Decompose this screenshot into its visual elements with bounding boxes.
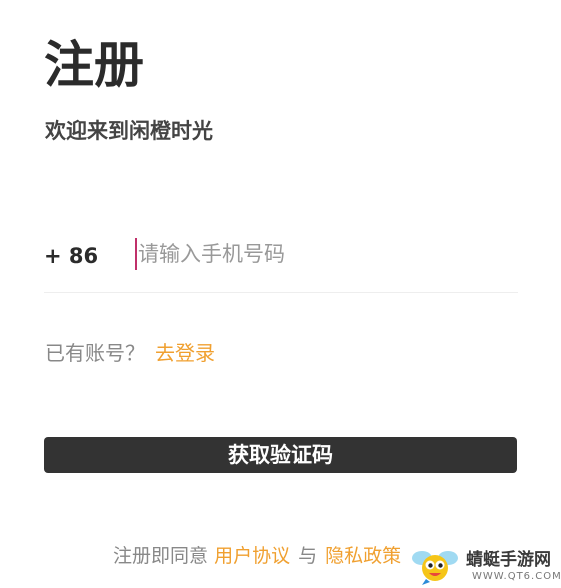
user-agreement-link[interactable]: 用户协议 (214, 545, 290, 567)
login-prompt-text: 已有账号？ (45, 341, 145, 365)
agreement-prefix: 注册即同意 (113, 545, 209, 567)
login-prompt-row: 已有账号？ 去登录 (45, 337, 215, 369)
get-verification-code-button[interactable]: 获取验证码 (44, 437, 517, 473)
phone-input-row: + 86 (44, 234, 518, 293)
site-watermark: 蜻蜓手游网 WWW.QT6.COM (412, 548, 561, 586)
welcome-subtitle: 欢迎来到闲橙时光 (45, 119, 213, 143)
watermark-site-url: WWW.QT6.COM (472, 571, 561, 582)
agreement-and: 与 (298, 545, 318, 567)
phone-number-input[interactable] (136, 236, 498, 272)
watermark-site-name: 蜻蜓手游网 (466, 550, 551, 570)
privacy-policy-link[interactable]: 隐私政策 (325, 545, 401, 567)
agreement-row: 注册即同意 用户协议与隐私政策 (113, 540, 401, 572)
country-code-selector[interactable]: + 86 (44, 240, 98, 272)
go-login-link[interactable]: 去登录 (155, 341, 215, 365)
page-title: 注册 (44, 36, 144, 94)
dragonfly-mascot-icon (412, 551, 458, 585)
register-page: 注册 欢迎来到闲橙时光 + 86 已有账号？ 去登录 获取验证码 注册即同意 用户… (0, 0, 561, 588)
